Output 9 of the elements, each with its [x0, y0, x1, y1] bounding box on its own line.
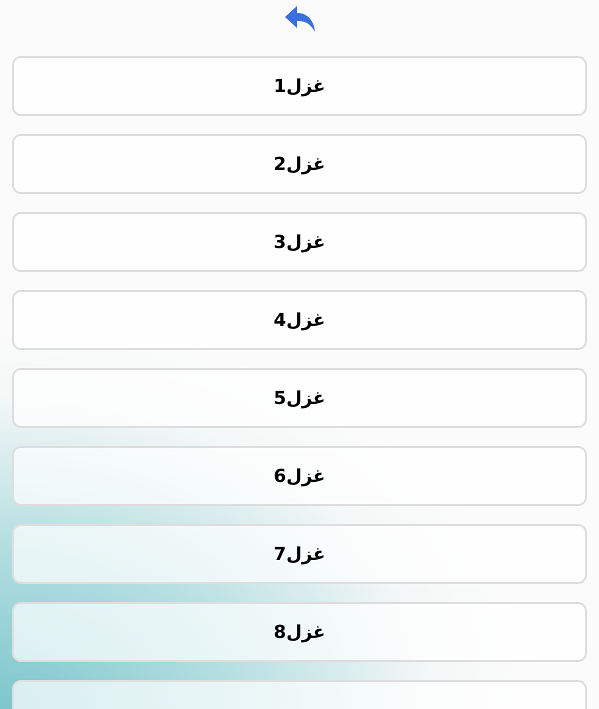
back-icon	[282, 4, 316, 34]
list-item-button[interactable]: غزل2	[12, 134, 587, 194]
list-item-button[interactable]: غزل6	[12, 446, 587, 506]
list-item-button[interactable]: غزل8	[12, 602, 587, 662]
list-item-button[interactable]: غزل4	[12, 290, 587, 350]
list-item-button[interactable]: غزل5	[12, 368, 587, 428]
list-item-button[interactable]: غزل7	[12, 524, 587, 584]
list-item-button[interactable]: غزل1	[12, 56, 587, 116]
list-item-button[interactable]: غزل3	[12, 212, 587, 272]
